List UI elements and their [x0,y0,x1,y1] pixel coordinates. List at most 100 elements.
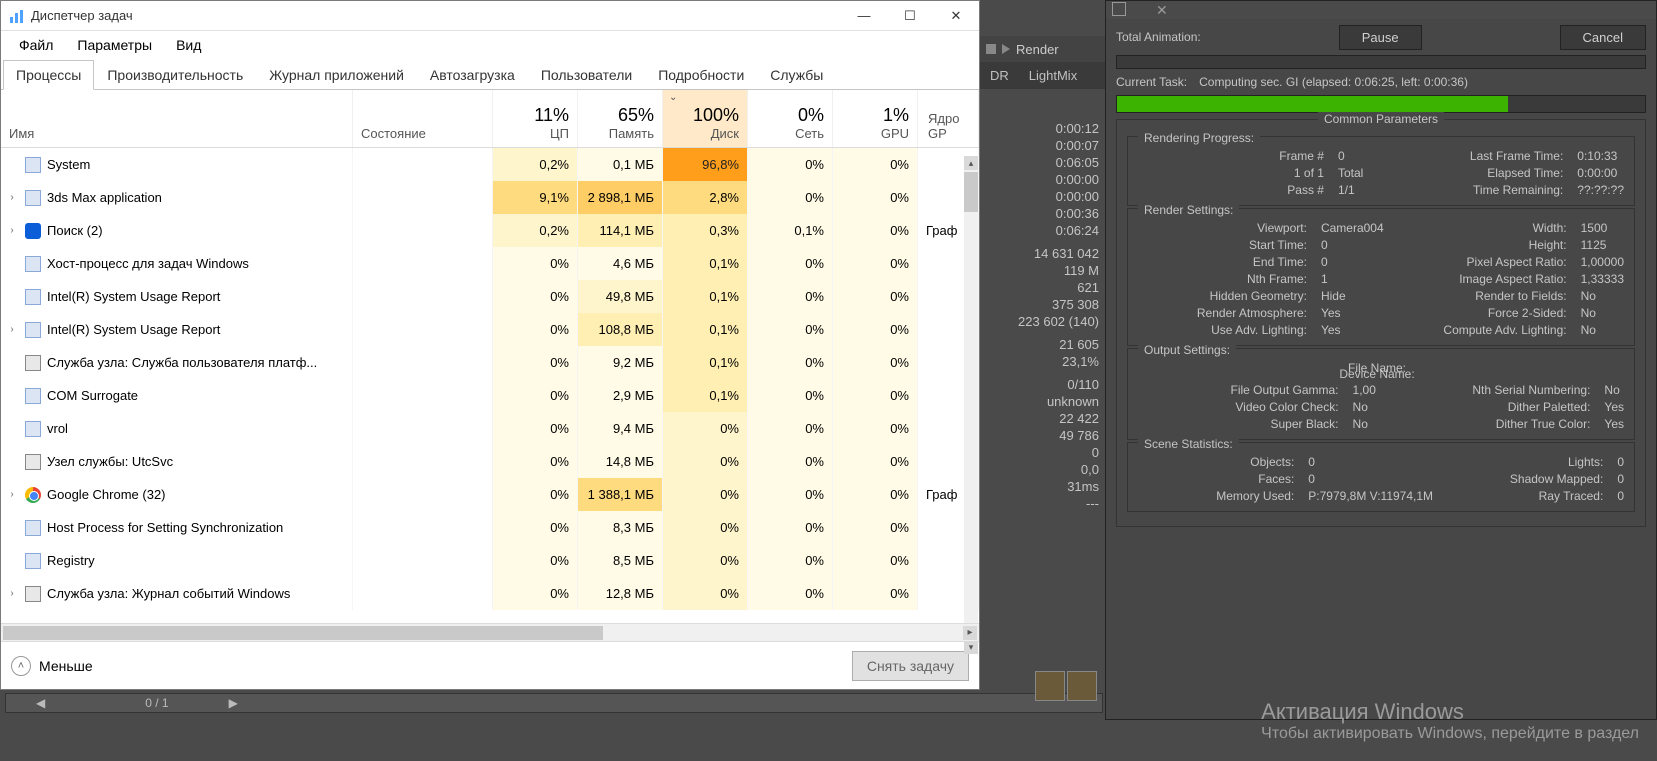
state-cell [353,511,493,544]
expand-icon[interactable]: › [5,489,19,500]
gpu-cell: 0% [833,379,918,412]
network-cell: 0,1% [748,214,833,247]
table-row[interactable]: vrol0%9,4 МБ0%0%0% [1,412,979,445]
column-headers: Имя Состояние 11% ЦП 65% Память ⌄ 100% Д… [1,90,979,148]
bg-toolbar: Render [980,36,1105,62]
network-cell: 0% [748,478,833,511]
expand-icon[interactable]: › [5,192,19,203]
process-name: Хост-процесс для задач Windows [47,256,249,271]
cpu-cell: 0% [493,247,578,280]
network-cell: 0% [748,313,833,346]
table-row[interactable]: Host Process for Setting Synchronization… [1,511,979,544]
play-icon[interactable] [1002,44,1010,54]
activation-watermark: Активация Windows Чтобы активировать Win… [1261,699,1639,743]
cpu-cell: 0,2% [493,214,578,247]
network-cell: 0% [748,148,833,181]
col-gpu-engine[interactable]: Ядро GP [918,90,979,147]
table-row[interactable]: ›Google Chrome (32)0%1 388,1 МБ0%0%0%Гра… [1,478,979,511]
table-row[interactable]: ›Поиск (2)0,2%114,1 МБ0,3%0,1%0%Граф [1,214,979,247]
state-cell [353,313,493,346]
col-cpu[interactable]: 11% ЦП [493,90,578,147]
process-icon [25,421,41,437]
table-row[interactable]: Хост-процесс для задач Windows0%4,6 МБ0,… [1,247,979,280]
tab-users[interactable]: Пользователи [528,60,645,90]
table-row[interactable]: Registry0%8,5 МБ0%0%0% [1,544,979,577]
tab-startup[interactable]: Автозагрузка [417,60,528,90]
render-progress-window: ✕ Total Animation: Pause Cancel Current … [1105,0,1657,720]
name-cell: COM Surrogate [1,379,353,412]
pause-button[interactable]: Pause [1339,25,1422,50]
table-row[interactable]: ›Служба узла: Журнал событий Windows0%12… [1,577,979,610]
stop-icon[interactable] [986,44,996,54]
timeline[interactable]: ◀ 0 / 1 ▶ [5,693,1103,713]
horizontal-scrollbar[interactable]: ▸ [1,623,979,641]
common-params-group: Common Parameters Rendering Progress: Fr… [1116,119,1646,527]
expand-icon[interactable]: › [5,225,19,236]
col-gpu[interactable]: 1% GPU [833,90,918,147]
table-row[interactable]: COM Surrogate0%2,9 МБ0,1%0%0% [1,379,979,412]
process-icon [25,454,41,470]
table-row[interactable]: ›3ds Max application9,1%2 898,1 МБ2,8%0%… [1,181,979,214]
state-cell [353,577,493,610]
gpu-cell: 0% [833,214,918,247]
process-name: Узел службы: UtcSvc [47,454,173,469]
tab-performance[interactable]: Производительность [94,60,256,90]
current-task-label: Current Task: [1116,75,1187,89]
close-button[interactable]: ✕ [933,1,979,31]
tab-lightmix[interactable]: LightMix [1019,62,1087,89]
process-name: vrol [47,421,68,436]
minimize-button[interactable]: — [841,1,887,31]
title-bar[interactable]: Диспетчер задач — ☐ ✕ [1,1,979,31]
table-row[interactable]: Intel(R) System Usage Report0%49,8 МБ0,1… [1,280,979,313]
cancel-button[interactable]: Cancel [1560,25,1646,50]
corona-tabs: DR LightMix [980,62,1105,89]
fewer-details-button[interactable]: ˄ Меньше [11,656,93,676]
name-cell: ›Intel(R) System Usage Report [1,313,353,346]
col-name[interactable]: Имя [1,90,353,147]
render-title-bar[interactable]: ✕ [1106,1,1656,19]
end-task-button[interactable]: Снять задачу [852,651,969,681]
table-row[interactable]: System0,2%0,1 МБ96,8%0%0% [1,148,979,181]
col-memory[interactable]: 65% Память [578,90,663,147]
menu-options[interactable]: Параметры [65,33,164,57]
render-btn-label[interactable]: Render [1016,42,1059,57]
state-cell [353,181,493,214]
gpu-cell: 0% [833,280,918,313]
tab-details[interactable]: Подробности [645,60,757,90]
memory-cell: 8,5 МБ [578,544,663,577]
state-cell [353,478,493,511]
tab-app-history[interactable]: Журнал приложений [256,60,417,90]
process-name: 3ds Max application [47,190,162,205]
maximize-button[interactable]: ☐ [887,1,933,31]
network-cell: 0% [748,412,833,445]
render-maximize-button[interactable] [1112,2,1126,16]
tab-services[interactable]: Службы [757,60,836,90]
tab-dr[interactable]: DR [980,62,1019,89]
material-thumbs [1035,671,1105,741]
footer: ˄ Меньше Снять задачу [1,641,979,689]
process-name: COM Surrogate [47,388,138,403]
menu-view[interactable]: Вид [164,33,213,57]
menu-file[interactable]: Файл [7,33,65,57]
process-icon [25,157,41,173]
expand-icon[interactable]: › [5,324,19,335]
vertical-scrollbar[interactable]: ▴ ▾ [964,156,978,641]
table-row[interactable]: Узел службы: UtcSvc0%14,8 МБ0%0%0% [1,445,979,478]
col-network[interactable]: 0% Сеть [748,90,833,147]
table-row[interactable]: ›Intel(R) System Usage Report0%108,8 МБ0… [1,313,979,346]
col-state[interactable]: Состояние [353,90,493,147]
memory-cell: 4,6 МБ [578,247,663,280]
gpu-cell: 0% [833,478,918,511]
tab-processes[interactable]: Процессы [3,60,94,90]
render-close-button[interactable]: ✕ [1156,2,1168,19]
process-icon [25,355,41,371]
process-list[interactable]: System0,2%0,1 МБ96,8%0%0% › 3ds Max applic… [1,148,979,623]
table-row[interactable]: Служба узла: Служба пользователя платф..… [1,346,979,379]
cpu-cell: 0,2% [493,148,578,181]
expand-icon[interactable]: › [5,588,19,599]
col-disk[interactable]: ⌄ 100% Диск [663,90,748,147]
gpu-cell: 0% [833,148,918,181]
disk-cell: 0% [663,577,748,610]
name-cell: Служба узла: Служба пользователя платф..… [1,346,353,379]
memory-cell: 2 898,1 МБ [578,181,663,214]
